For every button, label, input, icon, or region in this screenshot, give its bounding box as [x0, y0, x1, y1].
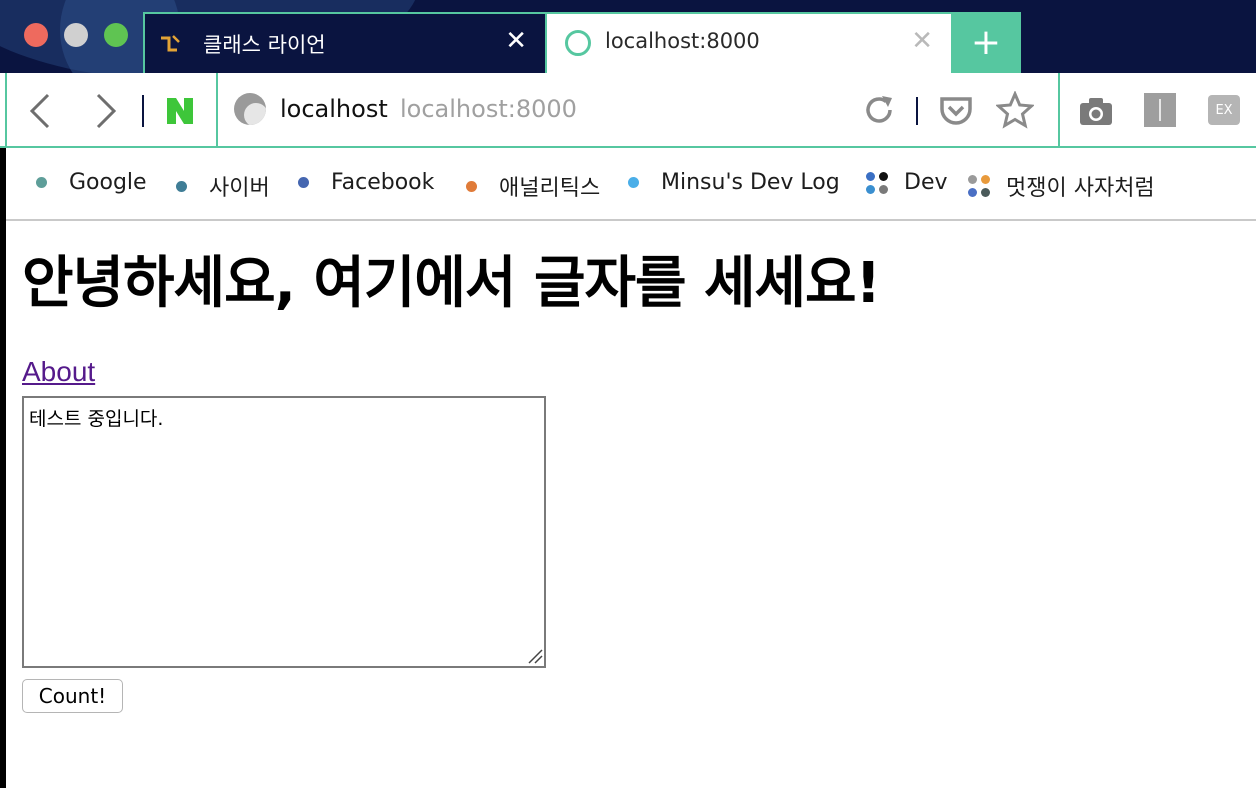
back-icon[interactable] [26, 91, 56, 131]
title-bar: 클래스 라이언 ✕ localhost:8000 ✕ + [0, 0, 1256, 73]
bookmark-label: Google [69, 170, 147, 195]
bookmark-dot-icon [298, 177, 309, 188]
bookmark-facebook[interactable]: Facebook [298, 170, 434, 195]
address-bar[interactable]: localhost localhost:8000 [216, 73, 1060, 148]
text-input-area[interactable]: 테스트 중입니다. [22, 396, 546, 668]
tab-label: 클래스 라이언 [203, 33, 326, 57]
bookmark-label: Dev [904, 170, 948, 195]
new-tab-button[interactable]: + [951, 12, 1021, 73]
close-window-button[interactable] [24, 23, 48, 47]
bookmark-label: 사이버 [209, 176, 270, 201]
bookmark-dot-icon [628, 177, 639, 188]
bookmark-analytics[interactable]: 애널리틱스 [466, 170, 600, 202]
class-lion-favicon-icon [161, 35, 180, 52]
window-edge [0, 148, 6, 788]
loading-ring-icon [565, 30, 591, 56]
url-full: localhost:8000 [400, 95, 577, 123]
navigation-toolbar: localhost localhost:8000 EX [0, 73, 1256, 148]
url-host: localhost [280, 95, 388, 123]
bookmark-folder-dev[interactable]: Dev [866, 170, 948, 195]
bookmark-dot-icon [466, 180, 477, 192]
close-tab-icon[interactable]: ✕ [911, 28, 933, 54]
resize-grip-icon[interactable] [527, 648, 543, 664]
about-link[interactable]: About [22, 356, 95, 388]
bookmarks-bar: Google 사이버 Facebook 애널리틱스 Minsu's Dev Lo… [0, 148, 1256, 221]
folder-icon [866, 171, 888, 194]
bookmark-folder-likelion[interactable]: 멋쟁이 사자처럼 [968, 170, 1155, 202]
reader-icon[interactable] [1144, 93, 1176, 127]
star-icon[interactable] [996, 91, 1034, 129]
forward-icon[interactable] [90, 91, 120, 131]
bookmark-cyber[interactable]: 사이버 [176, 170, 270, 202]
reload-icon[interactable] [862, 93, 896, 127]
bookmark-dot-icon [36, 177, 47, 188]
camera-icon[interactable] [1078, 95, 1114, 127]
bookmark-label: Facebook [331, 170, 435, 195]
bookmark-dot-icon [176, 180, 187, 192]
site-icon [234, 93, 266, 125]
tab-label: localhost:8000 [605, 29, 760, 53]
pocket-icon[interactable] [938, 93, 974, 129]
divider [916, 97, 918, 125]
tab-class-lion[interactable]: 클래스 라이언 ✕ [143, 12, 547, 73]
divider [5, 73, 7, 148]
maximize-window-button[interactable] [104, 23, 128, 47]
count-button[interactable]: Count! [22, 679, 123, 713]
bookmark-label: Minsu's Dev Log [661, 170, 840, 195]
bookmark-label: 애널리틱스 [499, 176, 601, 201]
minimize-window-button[interactable] [64, 23, 88, 47]
bookmark-google[interactable]: Google [36, 170, 147, 195]
naver-icon[interactable] [164, 95, 196, 127]
bookmark-dev-log[interactable]: Minsu's Dev Log [628, 170, 840, 195]
page-title: 안녕하세요, 여기에서 글자를 세세요! [22, 251, 881, 316]
tab-localhost[interactable]: localhost:8000 ✕ [547, 12, 951, 73]
close-tab-icon[interactable]: ✕ [505, 28, 527, 54]
bookmark-label: 멋쟁이 사자처럼 [1006, 176, 1155, 201]
extension-icon[interactable]: EX [1208, 95, 1240, 125]
folder-icon [968, 175, 990, 197]
divider [142, 95, 144, 127]
